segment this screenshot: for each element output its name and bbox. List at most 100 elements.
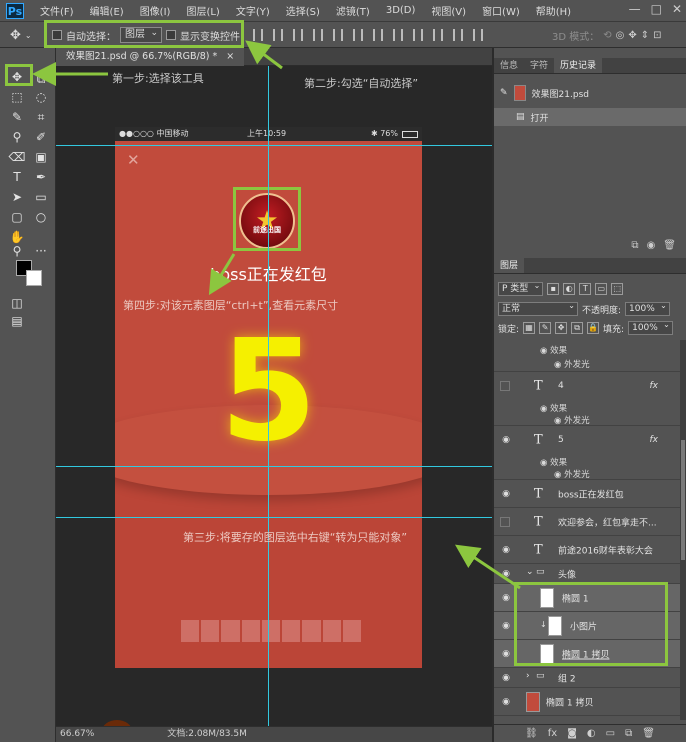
eye-icon[interactable]: ◉ xyxy=(500,435,512,445)
quick-mask-icon[interactable]: ◫ xyxy=(8,294,26,312)
guide-vertical[interactable] xyxy=(268,66,269,726)
filter-shape-icon[interactable]: ▭ xyxy=(595,283,608,295)
align-vcenter-icon[interactable] xyxy=(273,29,283,41)
expand-chevron-icon[interactable]: ⌄ xyxy=(526,567,534,577)
crop-tool-icon[interactable]: ⌗ xyxy=(32,108,50,126)
3d-rotate-icon[interactable]: ⟲ xyxy=(603,30,611,41)
close-window-button[interactable]: ✕ xyxy=(672,2,682,16)
gradient-tool-icon[interactable]: ▣ xyxy=(32,148,50,166)
distribute-right-icon[interactable] xyxy=(453,29,463,41)
scrollbar-thumb[interactable] xyxy=(681,440,685,560)
close-icon[interactable]: ✕ xyxy=(127,151,140,169)
new-layer-icon[interactable]: ⧉ xyxy=(625,725,632,742)
3d-drag-icon[interactable]: ✥ xyxy=(628,30,636,41)
zoom-tool-icon[interactable]: ⚲ xyxy=(8,242,26,260)
layer-group-row[interactable]: ◉ › ▭ 组 2 xyxy=(494,668,680,688)
rectangle-tool-icon[interactable]: ▭ xyxy=(32,188,50,206)
3d-roll-icon[interactable]: ◎ xyxy=(616,30,625,41)
eraser-tool-icon[interactable]: ⌫ xyxy=(8,148,26,166)
layer-effects-row[interactable]: ◉ 效果 ◉ 外发光 xyxy=(494,340,680,372)
menu-layer[interactable]: 图层(L) xyxy=(178,3,227,18)
history-snapshot[interactable]: ✎ 效果图21.psd xyxy=(494,80,686,106)
filter-pixel-icon[interactable]: ▪ xyxy=(547,283,560,295)
distribute-left-icon[interactable] xyxy=(433,29,443,41)
link-layers-icon[interactable]: ⛓ xyxy=(525,725,538,742)
auto-align-icon[interactable] xyxy=(473,29,483,41)
eyedropper-tool-icon[interactable]: ⚲ xyxy=(8,128,26,146)
eye-icon[interactable]: ◉ xyxy=(500,649,512,659)
menu-select[interactable]: 选择(S) xyxy=(278,3,328,18)
zoom-level[interactable]: 66.67% xyxy=(60,729,94,739)
filter-type-icon[interactable]: T xyxy=(579,283,592,295)
eye-icon[interactable]: ◉ xyxy=(500,673,512,683)
document-tab[interactable]: 效果图21.psd @ 66.7%(RGB/8) * × xyxy=(56,48,245,66)
lasso-tool-icon[interactable]: ◌ xyxy=(32,88,50,106)
ellipse-tool-icon[interactable]: ○ xyxy=(32,208,50,226)
path-select-tool-icon[interactable]: ➤ xyxy=(8,188,26,206)
history-step[interactable]: ▤ 打开 xyxy=(494,108,686,126)
pen-tool-icon[interactable]: ✒ xyxy=(32,168,50,186)
fx-add-icon[interactable]: fx xyxy=(548,725,557,742)
tab-history[interactable]: 历史记录 xyxy=(554,58,603,73)
layer-row[interactable]: ◉ 椭圆 1 拷贝 xyxy=(494,688,680,716)
move-tool-preset[interactable]: ✥ ⌄ xyxy=(10,25,32,45)
new-document-from-state-icon[interactable]: ⧉ xyxy=(631,238,638,254)
lock-transparent-icon[interactable]: ▦ xyxy=(523,322,536,334)
lock-all-icon[interactable]: 🔒 xyxy=(587,322,600,334)
menu-view[interactable]: 视图(V) xyxy=(423,3,474,18)
menu-image[interactable]: 图像(I) xyxy=(132,3,179,18)
menu-filter[interactable]: 滤镜(T) xyxy=(328,3,378,18)
tab-layers[interactable]: 图层 xyxy=(494,258,525,273)
menu-help[interactable]: 帮助(H) xyxy=(528,3,579,18)
eye-icon[interactable]: ◉ xyxy=(500,593,512,603)
collapse-chevron-icon[interactable]: › xyxy=(526,671,530,681)
snapshot-camera-icon[interactable]: ◉ xyxy=(647,238,656,254)
visibility-toggle-off[interactable] xyxy=(500,381,510,391)
layer-row[interactable]: ◉ T boss正在发红包 xyxy=(494,480,680,508)
guide-horizontal[interactable] xyxy=(56,517,492,518)
menu-file[interactable]: 文件(F) xyxy=(32,3,82,18)
menu-3d[interactable]: 3D(D) xyxy=(378,5,424,16)
more-tools-icon[interactable]: ··· xyxy=(32,242,50,260)
align-hcenter-icon[interactable] xyxy=(333,29,343,41)
trash-icon[interactable]: 🗑 xyxy=(663,238,676,254)
layer-row[interactable]: T 4 fx ◉ 效果 ◉ 外发光 xyxy=(494,372,680,426)
fx-icon[interactable]: fx xyxy=(650,381,659,391)
layer-group-row[interactable]: ◉ ⌄ ▭ 头像 xyxy=(494,564,680,584)
eye-icon[interactable]: ◉ xyxy=(500,489,512,499)
adjustment-layer-icon[interactable]: ◐ xyxy=(587,725,596,742)
type-tool-icon[interactable]: T xyxy=(8,168,26,186)
marquee-tool-icon[interactable]: ⬚ xyxy=(8,88,26,106)
opacity-input[interactable]: 100% xyxy=(625,300,670,316)
eye-icon[interactable]: ◉ xyxy=(500,697,512,707)
close-tab-icon[interactable]: × xyxy=(226,51,234,62)
fx-icon[interactable]: fx xyxy=(650,435,659,445)
lock-artboard-icon[interactable]: ⧉ xyxy=(571,322,584,334)
menu-type[interactable]: 文字(Y) xyxy=(228,3,278,18)
tab-info[interactable]: 信息 xyxy=(494,58,524,73)
distribute-bottom-icon[interactable] xyxy=(413,29,423,41)
layer-filter-dropdown[interactable]: P 类型 xyxy=(498,280,544,296)
align-bottom-icon[interactable] xyxy=(293,29,303,41)
layer-row[interactable]: T 欢迎参会，红包拿走不... xyxy=(494,508,680,536)
delete-layer-icon[interactable]: 🗑 xyxy=(642,725,655,742)
quick-select-tool-icon[interactable]: ✎ xyxy=(8,108,26,126)
layers-scrollbar[interactable] xyxy=(680,340,686,720)
guide-horizontal[interactable] xyxy=(56,145,492,146)
new-group-icon[interactable]: ▭ xyxy=(606,725,615,742)
tab-character[interactable]: 字符 xyxy=(524,58,554,73)
eye-icon[interactable]: ◉ xyxy=(500,569,512,579)
menu-edit[interactable]: 编辑(E) xyxy=(82,3,132,18)
align-right-icon[interactable] xyxy=(353,29,363,41)
add-mask-icon[interactable]: ◙ xyxy=(567,725,577,742)
brush-tool-icon[interactable]: ✐ xyxy=(32,128,50,146)
eye-icon[interactable]: ◉ xyxy=(500,545,512,555)
background-color-swatch[interactable] xyxy=(26,270,42,286)
lock-position-icon[interactable]: ✥ xyxy=(555,322,568,334)
filter-adjust-icon[interactable]: ◐ xyxy=(563,283,576,295)
ellipse-select-icon[interactable]: ▢ xyxy=(8,208,26,226)
guide-horizontal[interactable] xyxy=(56,466,492,467)
screen-mode-icon[interactable]: ▤ xyxy=(8,312,26,330)
blend-mode-dropdown[interactable]: 正常 xyxy=(498,300,578,316)
distribute-vcenter-icon[interactable] xyxy=(393,29,403,41)
